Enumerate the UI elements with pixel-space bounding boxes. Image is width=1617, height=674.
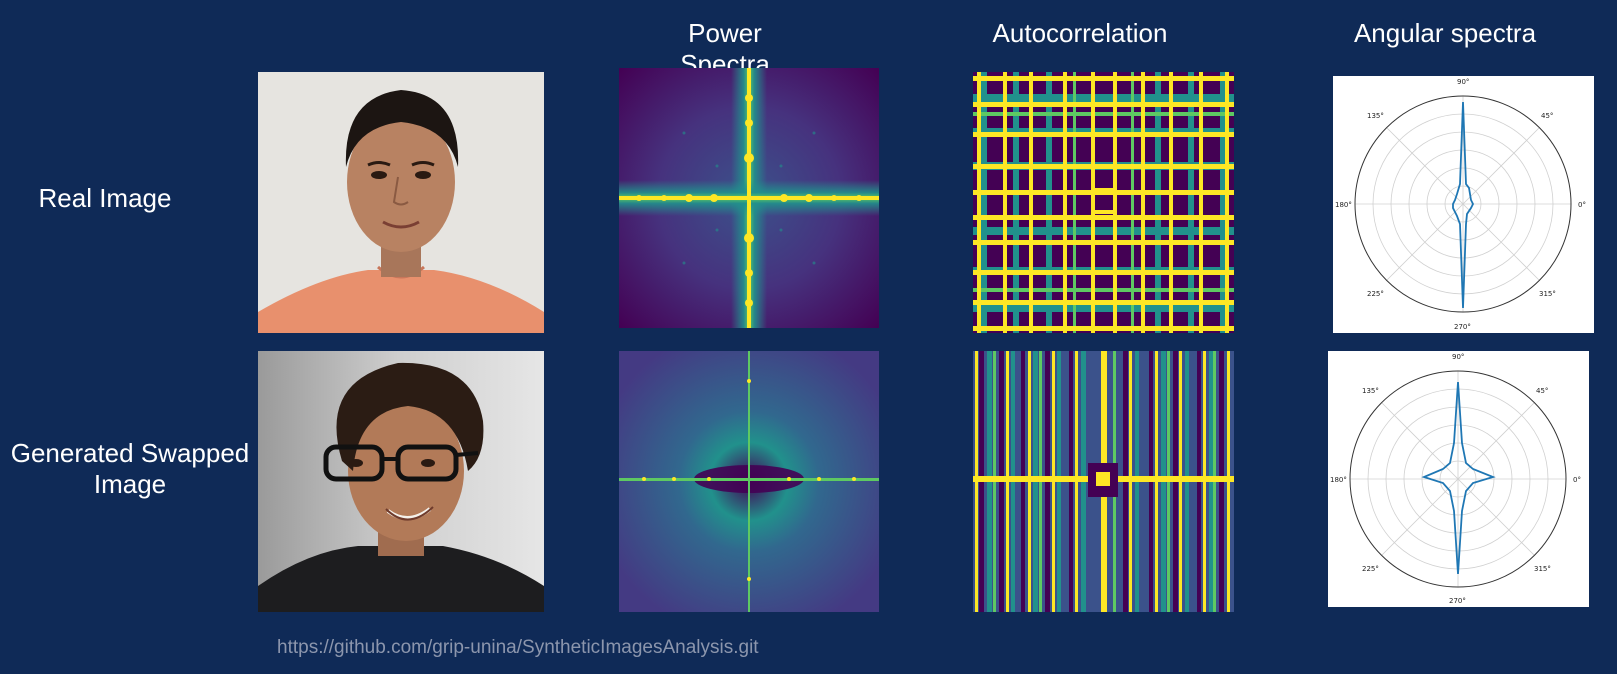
polar-label-90: 90° [1457, 78, 1469, 86]
column-title-autocorrelation: Autocorrelation [992, 18, 1168, 48]
polar-label-45: 45° [1536, 387, 1548, 395]
autocorrelation-real [973, 72, 1234, 333]
polar-label-270: 270° [1449, 597, 1466, 605]
row-label-generated-swapped: Generated Swapped Image [4, 438, 256, 500]
polar-label-315: 315° [1534, 565, 1551, 573]
row-label-real-image: Real Image [38, 183, 172, 213]
polar-label-45: 45° [1541, 112, 1553, 120]
polar-grid [1355, 96, 1571, 312]
polar-grid [1350, 371, 1566, 587]
autocorrelation-generated [973, 351, 1234, 612]
polar-label-135: 135° [1367, 112, 1384, 120]
polar-label-0: 0° [1573, 476, 1581, 484]
row-label-generated-line2: Image [93, 469, 167, 499]
column-title-angular-spectra: Angular spectra [1353, 18, 1537, 48]
polar-label-180: 180° [1335, 201, 1352, 209]
polar-label-225: 225° [1362, 565, 1379, 573]
real-face-photo [258, 72, 544, 333]
power-spectrum-real [619, 68, 879, 328]
polar-label-225: 225° [1367, 290, 1384, 298]
polar-label-315: 315° [1539, 290, 1556, 298]
polar-label-180: 180° [1330, 476, 1347, 484]
github-link[interactable]: https://github.com/grip-unina/SyntheticI… [277, 637, 759, 659]
angular-spectrum-generated: 90° 45° 0° 315° 270° 225° 180° 135° [1328, 351, 1589, 607]
generated-face-photo [258, 351, 544, 612]
polar-label-90: 90° [1452, 353, 1464, 361]
angular-spectrum-real: 90° 45° 0° 315° 270° 225° 180° 135° [1333, 76, 1594, 333]
power-spectrum-generated [619, 351, 879, 612]
row-label-generated-line1: Generated Swapped [10, 438, 250, 468]
polar-label-135: 135° [1362, 387, 1379, 395]
polar-label-0: 0° [1578, 201, 1586, 209]
polar-label-270: 270° [1454, 323, 1471, 331]
